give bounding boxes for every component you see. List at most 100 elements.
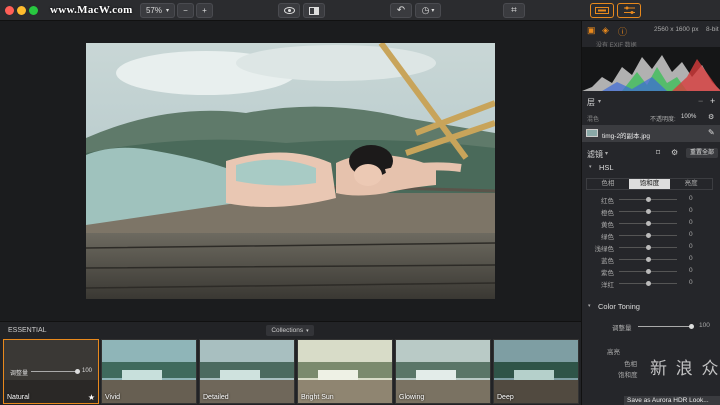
undo-icon: ↶ <box>396 5 406 16</box>
zoom-out-button[interactable]: − <box>177 3 194 18</box>
hsl-slider-value: 0 <box>689 267 693 274</box>
opacity-value[interactable]: 100% <box>681 114 696 120</box>
preset-bright-sun[interactable]: Bright Sun <box>297 339 393 404</box>
adjust-amount-slider[interactable] <box>638 326 691 327</box>
blend-mode-label[interactable]: 混色 <box>587 114 599 123</box>
brush-icon[interactable]: ✎ <box>708 128 715 137</box>
preset-detailed[interactable]: Detailed <box>199 339 295 404</box>
info-icon[interactable]: ⓘ <box>618 25 627 38</box>
hsl-slider-value: 0 <box>689 231 693 238</box>
eye-icon <box>283 7 295 14</box>
hsl-slider-knob[interactable] <box>645 281 651 286</box>
hdr-icon <box>595 7 609 14</box>
crop-icon: ⌗ <box>511 5 517 16</box>
minimize-window-button[interactable] <box>17 6 26 15</box>
filters-header: 滤镜 ▾ ⌑ ⚙ 重置全部 <box>582 146 720 160</box>
zoom-level-value: 57% <box>145 6 162 15</box>
hsl-title: HSL <box>599 163 614 172</box>
preset-label: Detailed <box>203 394 229 401</box>
top-toolbar: www.MacW.com 57% ▾ − + ↶ ◷ ▾ ⌗ <box>0 0 720 21</box>
save-look-tooltip: Save as Aurora HDR Look... <box>624 396 720 405</box>
layer-thumbnail <box>586 129 598 137</box>
preset-glowing[interactable]: Glowing <box>395 339 491 404</box>
collections-dropdown[interactable]: Collections ▾ <box>266 325 314 336</box>
hsl-filter-header[interactable]: ▾ HSL <box>582 162 720 174</box>
zoom-in-button[interactable]: + <box>196 3 213 18</box>
hsl-slider-value: 0 <box>689 195 693 202</box>
hsl-slider-knob[interactable] <box>645 269 651 274</box>
chevron-down-icon[interactable]: ▾ <box>598 98 601 105</box>
crop-button[interactable]: ⌗ <box>503 3 525 18</box>
tab-hue[interactable]: 色相 <box>587 179 629 189</box>
tab-saturation[interactable]: 饱和度 <box>628 179 671 189</box>
color-toning-header[interactable]: ▾ Color Toning <box>581 300 720 314</box>
undo-button[interactable]: ↶ <box>390 3 412 18</box>
preset-label: Bright Sun <box>301 394 334 401</box>
preview-eye-button[interactable] <box>278 3 300 18</box>
hsl-slider-row: 蓝色 0 <box>581 255 720 265</box>
hsl-slider-knob[interactable] <box>645 245 651 250</box>
hsl-slider-knob[interactable] <box>645 209 651 214</box>
hsl-slider-row: 橙色 0 <box>581 207 720 217</box>
hsl-slider-value: 0 <box>689 207 693 214</box>
hsl-slider-row: 紫色 0 <box>581 267 720 277</box>
close-window-button[interactable] <box>5 6 14 15</box>
hsl-slider-knob[interactable] <box>645 233 651 238</box>
hsl-slider-label: 蓝色 <box>601 258 614 265</box>
hsl-sliders: 红色 0 橙色 0 黄色 0 绿色 0 浅绿色 0 蓝色 0 紫色 0 洋红 0 <box>581 195 720 290</box>
hsl-slider-knob[interactable] <box>645 221 651 226</box>
preset-amount-knob[interactable] <box>75 369 80 374</box>
hsl-slider-label: 黄色 <box>601 222 614 229</box>
saturation-label: 饱和度 <box>618 372 638 379</box>
opacity-label: 不透明度: <box>650 117 676 123</box>
adjust-amount-knob[interactable] <box>689 324 694 329</box>
histogram <box>582 47 720 91</box>
site-watermark: www.MacW.com <box>50 4 133 16</box>
history-button[interactable]: ◷ ▾ <box>415 3 441 18</box>
hsl-slider-label: 橙色 <box>601 210 614 217</box>
layer-item[interactable]: timg-2的副本.jpg ✎ <box>582 125 720 142</box>
gear-icon[interactable]: ⚙ <box>671 148 678 157</box>
image-size-text: 2560 x 1600 px <box>654 26 699 33</box>
chevron-down-icon: ▾ <box>589 164 592 170</box>
adjustments-button[interactable] <box>617 3 641 18</box>
sina-watermark: 新 浪 众 测 <box>650 359 720 378</box>
preset-vivid[interactable]: Vivid <box>101 339 197 404</box>
remove-layer-button[interactable]: − <box>698 96 703 106</box>
reset-all-button[interactable]: 重置全部 <box>686 148 718 158</box>
hsl-slider-row: 绿色 0 <box>581 231 720 241</box>
hdr-merge-button[interactable] <box>590 3 614 18</box>
preset-amount-slider[interactable] <box>31 371 79 372</box>
filters-title: 滤镜 <box>587 150 603 159</box>
preset-natural[interactable]: 调整量 100 Natural ★ <box>3 339 99 404</box>
hsl-slider-label: 紫色 <box>601 270 614 277</box>
main-photo[interactable] <box>86 43 495 299</box>
gear-icon[interactable]: ⚙ <box>708 113 714 121</box>
hsl-slider-knob[interactable] <box>645 257 651 262</box>
tab-luminance[interactable]: 亮度 <box>670 179 712 189</box>
compare-button[interactable] <box>303 3 325 18</box>
highlights-label: 高亮 <box>607 349 620 356</box>
layer-options-row: 混色 不透明度: 100% ⚙ <box>582 113 720 123</box>
chevron-down-icon[interactable]: ▾ <box>605 150 608 157</box>
zoom-level-select[interactable]: 57% ▾ <box>140 3 175 18</box>
hsl-slider-row: 红色 0 <box>581 195 720 205</box>
image-icon[interactable]: ▣ <box>587 25 596 36</box>
hue-label: 色相 <box>624 361 637 368</box>
mask-icon[interactable]: ⌑ <box>656 148 660 157</box>
hsl-slider-knob[interactable] <box>645 197 651 202</box>
image-canvas[interactable] <box>0 21 581 321</box>
add-layer-button[interactable]: + <box>710 96 715 106</box>
zoom-window-button[interactable] <box>29 6 38 15</box>
hsl-slider-row: 浅绿色 0 <box>581 243 720 253</box>
layers-title: 层 <box>587 98 595 107</box>
chevron-down-icon: ▾ <box>588 303 591 309</box>
adjust-amount-value: 100 <box>699 322 710 329</box>
star-icon[interactable]: ★ <box>88 393 95 402</box>
split-view-icon <box>309 6 319 15</box>
preset-deep[interactable]: Deep <box>493 339 579 404</box>
hsl-slider-value: 0 <box>689 219 693 226</box>
layers-icon[interactable]: ◈ <box>602 25 609 36</box>
sliders-icon <box>623 6 635 14</box>
hsl-slider-row: 洋红 0 <box>581 279 720 289</box>
